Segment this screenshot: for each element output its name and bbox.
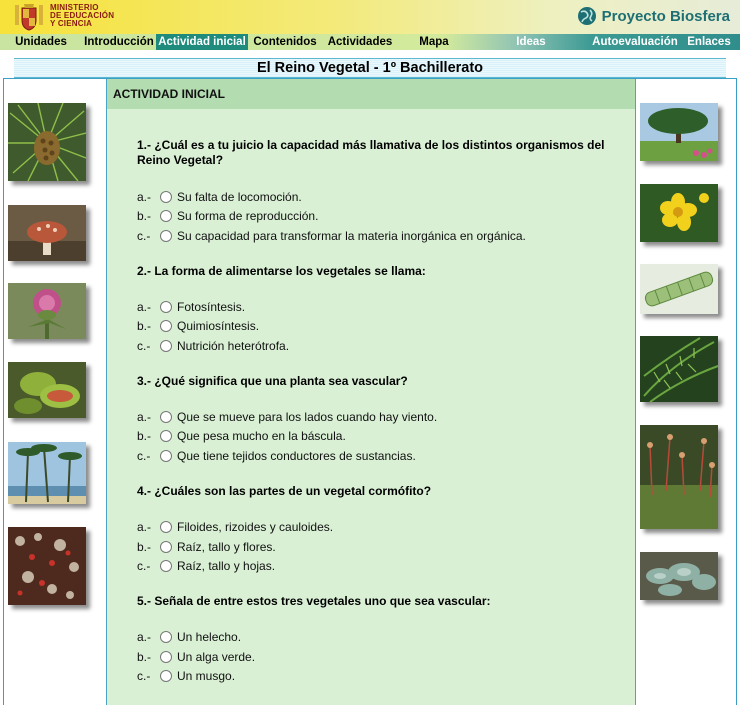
title-bar: El Reino Vegetal - 1º Bachillerato [14, 58, 726, 78]
page-title: El Reino Vegetal - 1º Bachillerato [256, 60, 484, 76]
option-letter: c.- [137, 669, 151, 683]
option-text: Que se mueve para los lados cuando hay v… [177, 410, 438, 424]
activity-panel: ACTIVIDAD INICIAL [106, 79, 636, 705]
option-text: Raíz, tallo y flores. [177, 540, 276, 554]
nav-actividad-inicial[interactable]: Actividad inicial [156, 34, 248, 50]
option-text: Un helecho. [177, 630, 242, 644]
nav-autoevaluacion[interactable]: Autoevaluación [592, 34, 678, 50]
lichen-photo [8, 527, 86, 605]
nav-enlaces[interactable]: Enlaces [678, 34, 740, 50]
top-header: MINISTERIO DE EDUCACIÓN Y CIENCIA Proyec… [0, 0, 740, 34]
question-5: 5.- Señala de entre estos tres vegetales… [137, 594, 491, 608]
mushroom-photo [8, 205, 86, 261]
nav-unidades[interactable]: Unidades [0, 34, 82, 50]
option-letter: c.- [137, 339, 151, 353]
radio-button[interactable] [160, 301, 172, 313]
radio-button[interactable] [160, 411, 172, 423]
globe-icon [577, 7, 596, 25]
q5-option-b[interactable]: b.- Un alga verde. [137, 649, 255, 665]
radio-button[interactable] [160, 191, 172, 203]
option-text: Fotosíntesis. [177, 300, 246, 314]
option-letter: b.- [137, 650, 152, 664]
question-2: 2.- La forma de alimentarse los vegetale… [137, 264, 426, 278]
option-letter: a.- [137, 520, 152, 534]
option-letter: c.- [137, 229, 151, 243]
radio-button[interactable] [160, 230, 172, 242]
option-letter: b.- [137, 429, 152, 443]
option-letter: b.- [137, 540, 152, 554]
radio-button[interactable] [160, 521, 172, 533]
option-text: Su forma de reproducción. [177, 209, 319, 223]
option-letter: a.- [137, 190, 152, 204]
option-letter: c.- [137, 449, 151, 463]
palm-trees-photo [8, 442, 86, 504]
algae-micrograph-photo [640, 264, 718, 314]
option-letter: a.- [137, 630, 152, 644]
nav-ideas[interactable]: Ideas [470, 34, 592, 50]
q1-option-a[interactable]: a.- Su falta de locomoción. [137, 189, 302, 205]
question-4: 4.- ¿Cuáles son las partes de un vegetal… [137, 484, 432, 498]
main-nav: Unidades Introducción Actividad inicial … [0, 34, 740, 50]
pine-cone-photo [8, 103, 86, 181]
option-text: Filoides, rizoides y cauloides. [177, 520, 334, 534]
option-letter: c.- [137, 559, 151, 573]
option-text: Nutrición heterótrofa. [177, 339, 290, 353]
option-letter: a.- [137, 300, 152, 314]
brand-logo[interactable]: Proyecto Biosfera [577, 5, 730, 27]
option-text: Que pesa mucho en la báscula. [177, 429, 346, 443]
nav-actividades[interactable]: Actividades [322, 34, 398, 50]
question-1: 1.- ¿Cuál es a tu juicio la capacidad má… [137, 138, 605, 167]
q2-option-a[interactable]: a.- Fotosíntesis. [137, 299, 245, 315]
q2-option-b[interactable]: b.- Quimiosíntesis. [137, 318, 259, 334]
option-text: Su capacidad para transformar la materia… [177, 229, 526, 243]
radio-button[interactable] [160, 450, 172, 462]
option-text: Quimiosíntesis. [177, 319, 260, 333]
nav-contenidos[interactable]: Contenidos [248, 34, 322, 50]
option-text: Un alga verde. [177, 650, 256, 664]
radio-button[interactable] [160, 210, 172, 222]
option-text: Un musgo. [177, 669, 236, 683]
nav-mapa[interactable]: Mapa [398, 34, 470, 50]
nav-introduccion[interactable]: Introducción [82, 34, 156, 50]
radio-button[interactable] [160, 320, 172, 332]
brand-name: Proyecto Biosfera [601, 7, 730, 25]
option-text: Que tiene tejidos conductores de sustanc… [177, 449, 416, 463]
radio-button[interactable] [160, 631, 172, 643]
option-text: Raíz, tallo y hojas. [177, 559, 276, 573]
q1-option-c[interactable]: c.- Su capacidad para transformar la mate… [137, 228, 526, 244]
radio-button[interactable] [160, 340, 172, 352]
ministry-name: MINISTERIO DE EDUCACIÓN Y CIENCIA [50, 3, 115, 28]
q2-option-c[interactable]: c.- Nutrición heterótrofa. [137, 338, 289, 354]
q5-option-a[interactable]: a.- Un helecho. [137, 629, 241, 645]
q4-option-b[interactable]: b.- Raíz, tallo y flores. [137, 539, 276, 555]
fern-photo [640, 336, 718, 402]
radio-button[interactable] [160, 560, 172, 572]
option-letter: b.- [137, 209, 152, 223]
q4-option-c[interactable]: c.- Raíz, tallo y hojas. [137, 558, 275, 574]
q3-option-c[interactable]: c.- Que tiene tejidos conductores de sust… [137, 448, 416, 464]
option-text: Su falta de locomoción. [177, 190, 302, 204]
thistle-photo [8, 283, 86, 339]
q3-option-a[interactable]: a.- Que se mueve para los lados cuando ha… [137, 409, 437, 425]
radio-button[interactable] [160, 670, 172, 682]
tree-landscape-photo [640, 103, 718, 161]
question-3: 3.- ¿Qué significa que una planta sea va… [137, 374, 408, 388]
q3-option-b[interactable]: b.- Que pesa mucho en la báscula. [137, 428, 346, 444]
moss-photo [640, 425, 718, 529]
q5-option-c[interactable]: c.- Un musgo. [137, 668, 235, 684]
section-title: ACTIVIDAD INICIAL [107, 79, 635, 109]
venus-flytrap-photo [8, 362, 86, 418]
yellow-flower-photo [640, 184, 718, 242]
option-letter: a.- [137, 410, 152, 424]
radio-button[interactable] [160, 651, 172, 663]
option-letter: b.- [137, 319, 152, 333]
q4-option-a[interactable]: a.- Filoides, rizoides y cauloides. [137, 519, 333, 535]
succulent-photo [640, 552, 718, 600]
q1-option-b[interactable]: b.- Su forma de reproducción. [137, 208, 318, 224]
radio-button[interactable] [160, 541, 172, 553]
radio-button[interactable] [160, 430, 172, 442]
coat-of-arms-icon [15, 4, 43, 31]
